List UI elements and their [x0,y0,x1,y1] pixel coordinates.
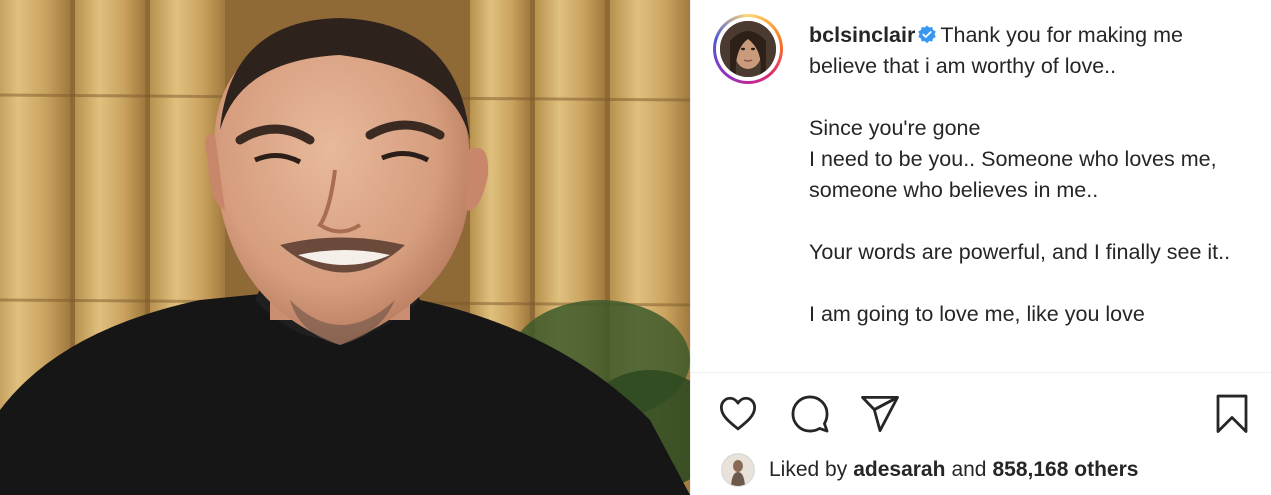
liker-username[interactable]: adesarah [853,458,945,482]
comment-button[interactable] [789,393,831,435]
caption-line: I need to be you.. Someone who loves me,… [809,147,1217,202]
author-avatar[interactable] [713,14,783,84]
likes-summary: Liked by adesarah and 858,168 others [721,452,1138,488]
caption-line: Since you're gone [809,116,981,140]
author-username[interactable]: bclsinclair [809,23,915,47]
comment-icon [791,395,829,433]
verified-badge-icon [918,25,937,44]
share-button[interactable] [859,393,901,435]
section-divider [691,372,1271,373]
likes-prefix: Liked by [769,458,848,481]
post-caption: bclsinclair Thank you for making me belie… [809,20,1249,360]
caption-line: Your words are powerful, and I finally s… [809,240,1231,264]
heart-icon [719,396,757,431]
like-button[interactable] [717,393,759,435]
save-button[interactable] [1211,393,1253,435]
likes-middle: and [951,458,987,481]
bookmark-icon [1216,394,1248,433]
send-icon [861,395,899,433]
post-photo [0,0,690,495]
caption-line: I am going to love me, like you love [809,302,1145,326]
liker-avatar[interactable] [721,453,755,487]
likes-count[interactable]: 858,168 others [993,458,1139,482]
post-side-panel: bclsinclair Thank you for making me belie… [690,0,1271,495]
